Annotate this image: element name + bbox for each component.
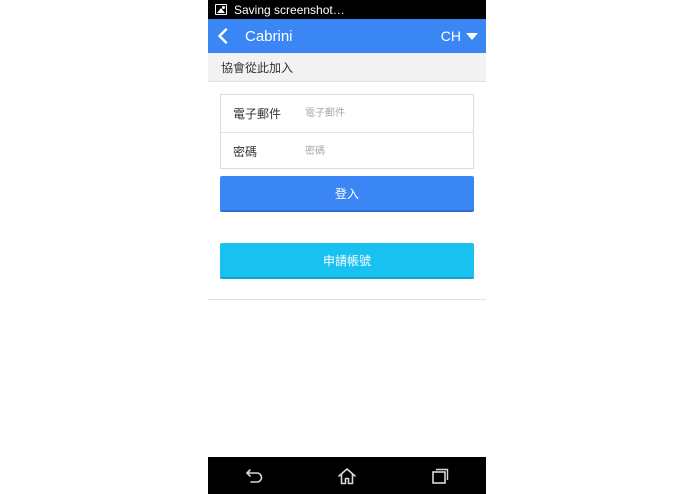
- back-button[interactable]: [209, 19, 237, 53]
- language-selector[interactable]: CH: [441, 28, 478, 44]
- password-label: 密碼: [233, 144, 258, 159]
- status-bar: Saving screenshot…: [208, 0, 486, 19]
- image-icon: [215, 4, 227, 15]
- email-row: 電子郵件: [221, 95, 473, 132]
- login-form: 電子郵件 密碼: [220, 94, 474, 169]
- password-row: 密碼: [221, 132, 473, 169]
- email-input[interactable]: [305, 98, 465, 129]
- nav-home-button[interactable]: [327, 457, 367, 494]
- back-icon: [246, 468, 263, 483]
- login-button[interactable]: 登入: [220, 176, 474, 212]
- app-bar: Cabrini CH: [208, 19, 486, 53]
- home-icon: [338, 467, 356, 484]
- divider: [208, 299, 486, 300]
- section-header: 協會從此加入: [208, 53, 486, 82]
- chevron-left-icon: [218, 28, 228, 44]
- password-input[interactable]: [305, 136, 465, 166]
- recent-apps-icon: [431, 468, 448, 484]
- status-text: Saving screenshot…: [234, 2, 345, 17]
- phone-screen: Saving screenshot… Cabrini CH 協會從此加入 電子郵…: [208, 0, 486, 494]
- caret-down-icon: [466, 32, 478, 40]
- app-title: Cabrini: [245, 27, 293, 45]
- nav-back-button[interactable]: [234, 457, 274, 494]
- register-button[interactable]: 申請帳號: [220, 243, 474, 279]
- email-label: 電子郵件: [233, 107, 282, 121]
- language-label: CH: [440, 28, 461, 44]
- navigation-bar: [208, 457, 486, 494]
- nav-recent-apps-button[interactable]: [420, 457, 460, 494]
